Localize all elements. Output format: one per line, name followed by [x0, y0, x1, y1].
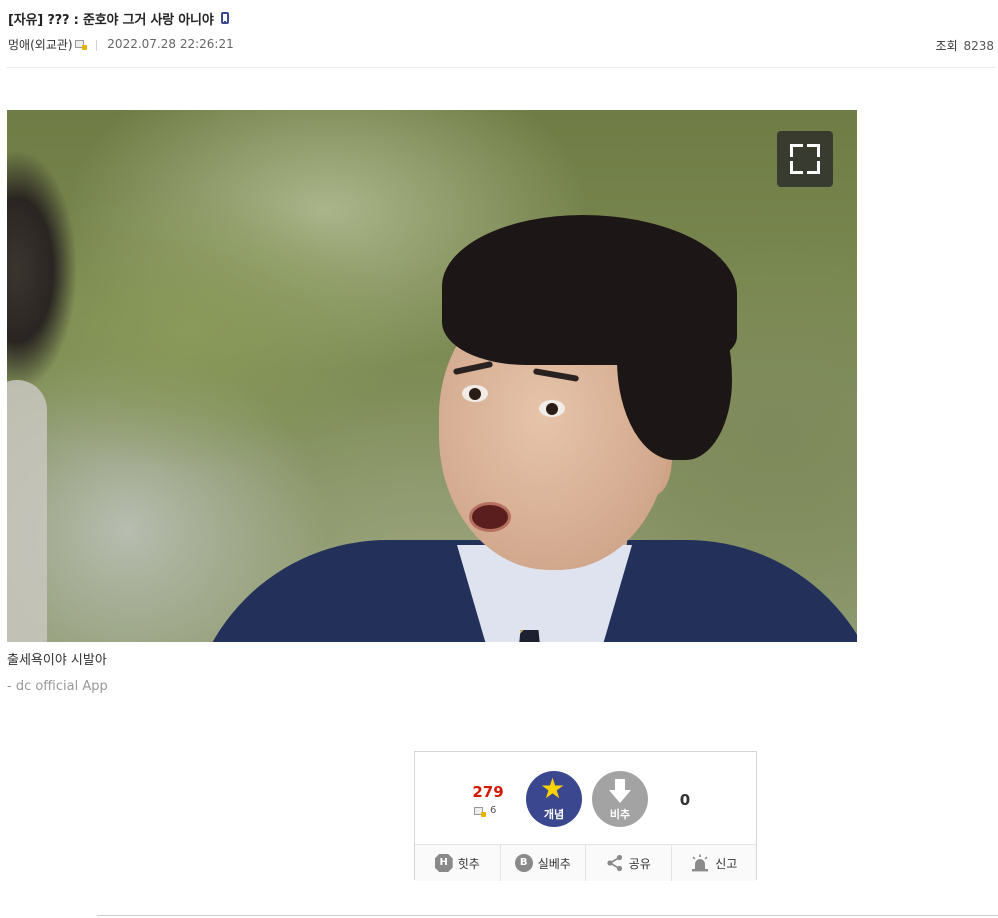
star-icon: ★ — [540, 772, 566, 805]
upvote-count: 279 — [472, 783, 504, 801]
post-meta: 멍애(외교관) | 2022.07.28 22:26:21 — [8, 35, 234, 53]
post-body-text: 출세욕이야 시발아 — [7, 653, 107, 668]
bottom-divider — [97, 915, 998, 916]
post-title-row: [자유] ??? : 준호야 그거 사랑 아니야 — [8, 8, 229, 28]
share-button[interactable]: 공유 — [586, 845, 672, 881]
downvote-button[interactable]: 비추 — [592, 771, 648, 827]
image-left-person-body — [7, 380, 47, 642]
fullscreen-icon-corner — [790, 161, 803, 174]
share-icon — [607, 854, 622, 872]
upvote-label: 개념 — [543, 808, 565, 821]
report-button[interactable]: 신고 — [672, 845, 757, 881]
mobile-phone-icon — [220, 12, 229, 24]
fixed-nick-icon — [474, 806, 486, 817]
report-label: 신고 — [715, 856, 738, 871]
image-mouth — [469, 502, 511, 532]
author-nick[interactable]: 멍애(외교관) — [8, 36, 73, 53]
view-count-label: 조회 — [935, 39, 958, 53]
downvote-count: 0 — [679, 791, 691, 809]
post-image — [7, 110, 857, 642]
meta-divider: | — [94, 37, 99, 51]
recommend-top: 279 6 ★ 개념 비추 0 — [415, 752, 756, 844]
fullscreen-button[interactable] — [777, 131, 833, 187]
view-count: 조회 8238 — [936, 37, 994, 54]
fixed-nick-upvote-count: 6 — [474, 805, 497, 817]
upvote-button[interactable]: ★ 개념 — [526, 771, 582, 827]
image-eye-left — [462, 385, 488, 402]
best-recommend-label: 실베추 — [537, 856, 571, 871]
fullscreen-icon — [790, 144, 803, 157]
fixed-nick-icon — [74, 39, 87, 50]
image-eye-right — [539, 400, 565, 417]
recommend-actions: H 힛추 B 실베추 공유 신고 — [415, 844, 756, 881]
fullscreen-icon-corner — [807, 161, 820, 174]
hit-recommend-label: 힛추 — [457, 856, 480, 871]
down-arrow-icon — [609, 779, 631, 805]
app-signature: - dc official App — [7, 679, 108, 694]
share-label: 공유 — [628, 856, 651, 871]
best-recommend-button[interactable]: B 실베추 — [501, 845, 586, 881]
siren-icon — [692, 854, 709, 872]
recommend-box: 279 6 ★ 개념 비추 0 H 힛추 B 실베추 공유 신고 — [414, 751, 757, 881]
post-date: 2022.07.28 22:26:21 — [107, 37, 234, 51]
fixed-nick-upvote-value: 6 — [490, 805, 497, 816]
hit-icon: H — [434, 854, 453, 872]
hit-recommend-button[interactable]: H 힛추 — [415, 845, 501, 881]
downvote-label: 비추 — [609, 808, 631, 821]
best-icon: B — [514, 854, 533, 872]
view-count-value: 8238 — [963, 39, 994, 53]
post-title: [자유] ??? : 준호야 그거 사랑 아니야 — [8, 12, 214, 28]
fullscreen-icon-corner — [807, 144, 820, 157]
header-divider — [6, 67, 996, 68]
